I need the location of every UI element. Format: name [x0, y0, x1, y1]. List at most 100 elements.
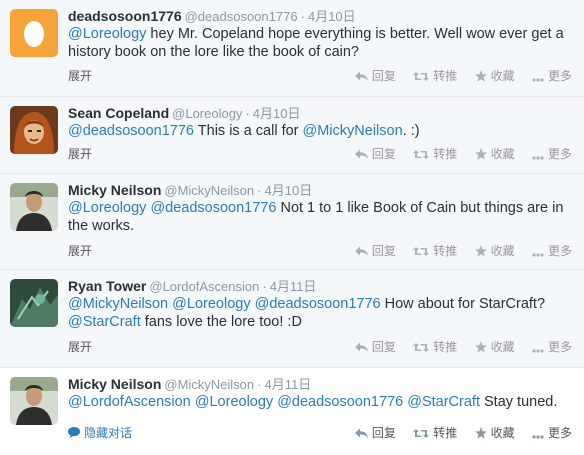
more-dots-icon [532, 349, 544, 353]
user-name[interactable]: Micky Neilson [68, 376, 161, 392]
more-label: 更多 [547, 244, 572, 258]
tweet-date[interactable]: 4月11日 [270, 279, 317, 294]
retweet-button[interactable]: 转推 [413, 67, 457, 84]
retweet-button[interactable]: 转推 [413, 145, 457, 162]
retweet-icon [413, 343, 430, 352]
retweet-button[interactable]: 转推 [413, 338, 457, 355]
hide-conversation-link[interactable]: 隐藏对话 [68, 424, 132, 441]
reply-button[interactable]: 回复 [354, 145, 396, 162]
more-button[interactable]: 更多 [532, 67, 572, 84]
tweet-text: @MickyNeilson @Loreology @deadsosoon1776… [68, 295, 573, 331]
mention-link[interactable]: @StarCraft [68, 314, 141, 330]
text-segment: fans love the lore too! :D [140, 314, 302, 330]
tweet-date[interactable]: 4月10日 [265, 183, 313, 198]
tweet-text: @Loreology @deadsosoon1776 Not 1 to 1 li… [68, 199, 573, 235]
separator-dot: · [300, 9, 305, 24]
mention-link[interactable]: @deadsosoon1776 [150, 200, 276, 216]
mention-link[interactable]: @MickyNeilson [68, 296, 168, 312]
retweet-button[interactable]: 转推 [413, 424, 457, 441]
more-label: 更多 [547, 69, 572, 83]
user-name[interactable]: Ryan Tower [68, 278, 146, 294]
more-dots-icon [532, 78, 544, 82]
more-button[interactable]: 更多 [532, 242, 572, 259]
tweet[interactable]: Sean Copeland @Loreology · 4月10日 @deadsosoo… [0, 97, 584, 174]
separator-dot: · [245, 106, 250, 121]
more-dots-icon [532, 156, 544, 160]
more-dots-icon [532, 253, 544, 257]
mention-link[interactable]: @Loreology [68, 200, 146, 216]
expand-link[interactable]: 展开 [68, 145, 92, 162]
text-segment: . :) [402, 123, 420, 139]
retweet-icon [413, 72, 430, 81]
user-name[interactable]: Micky Neilson [68, 182, 161, 198]
favorite-label: 收藏 [490, 340, 515, 354]
more-button[interactable]: 更多 [532, 424, 572, 441]
avatar-egg[interactable] [10, 9, 58, 57]
tweet-actions: 回复 转推 收藏 更多 [341, 145, 572, 162]
user-name[interactable]: Sean Copeland [68, 105, 169, 121]
favorite-label: 收藏 [490, 147, 515, 161]
hide-conversation-label: 隐藏对话 [84, 426, 133, 440]
avatar[interactable] [10, 279, 58, 327]
reply-label: 回复 [371, 147, 396, 161]
tweet-text: @Loreology hey Mr. Copeland hope everyth… [68, 25, 573, 61]
more-label: 更多 [547, 147, 572, 161]
avatar[interactable] [10, 183, 58, 231]
star-icon [474, 70, 487, 82]
reply-label: 回复 [371, 340, 396, 354]
mention-link[interactable]: @deadsosoon1776 [277, 394, 403, 410]
mention-link[interactable]: @Loreology [172, 296, 250, 312]
reply-button[interactable]: 回复 [354, 424, 396, 441]
retweet-button[interactable]: 转推 [413, 242, 457, 259]
reply-button[interactable]: 回复 [354, 338, 396, 355]
favorite-label: 收藏 [490, 69, 515, 83]
reply-icon [354, 246, 368, 256]
avatar[interactable] [10, 377, 58, 425]
user-handle[interactable]: @MickyNeilson [164, 183, 254, 198]
reply-icon [354, 149, 368, 159]
mention-link[interactable]: @MickyNeilson [303, 123, 403, 139]
text-segment: This is a call for [194, 123, 303, 139]
star-icon [474, 148, 487, 160]
tweet-text: @LordofAscension @Loreology @deadsosoon1… [68, 393, 573, 411]
favorite-button[interactable]: 收藏 [474, 67, 515, 84]
tweet-date[interactable]: 4月11日 [265, 377, 312, 392]
more-button[interactable]: 更多 [532, 145, 572, 162]
tweet[interactable]: Micky Neilson @MickyNeilson · 4月10日 @Loreol… [0, 174, 584, 270]
mention-link[interactable]: @Loreology [195, 394, 273, 410]
reply-button[interactable]: 回复 [354, 67, 396, 84]
user-handle[interactable]: @LordofAscension [149, 279, 259, 294]
user-handle[interactable]: @MickyNeilson [164, 377, 254, 392]
favorite-button[interactable]: 收藏 [474, 338, 515, 355]
retweet-icon [413, 429, 430, 438]
user-handle[interactable]: @deadsosoon1776 [185, 9, 298, 24]
tweet-text: @deadsosoon1776 This is a call for @Mick… [68, 122, 573, 140]
reply-button[interactable]: 回复 [354, 242, 396, 259]
tweet[interactable]: deadsosoon1776 @deadsosoon1776 · 4月10日 @Lor… [0, 0, 584, 97]
mention-link[interactable]: @StarCraft [407, 394, 480, 410]
tweet-date[interactable]: 4月10日 [253, 106, 301, 121]
tweet-actions: 回复 转推 收藏 更多 [341, 242, 572, 259]
retweet-label: 转推 [433, 69, 458, 83]
mention-link[interactable]: @LordofAscension [68, 394, 191, 410]
favorite-button[interactable]: 收藏 [474, 242, 515, 259]
favorite-button[interactable]: 收藏 [474, 424, 515, 441]
favorite-button[interactable]: 收藏 [474, 145, 515, 162]
avatar[interactable] [10, 106, 58, 154]
user-handle[interactable]: @Loreology [172, 106, 242, 121]
mention-link[interactable]: @deadsosoon1776 [255, 296, 381, 312]
user-name[interactable]: deadsosoon1776 [68, 8, 182, 24]
expand-link[interactable]: 展开 [68, 242, 92, 259]
mention-link[interactable]: @Loreology [68, 26, 146, 42]
mention-link[interactable]: @deadsosoon1776 [68, 123, 194, 139]
expand-link[interactable]: 展开 [68, 67, 92, 84]
more-button[interactable]: 更多 [532, 338, 572, 355]
tweet-expanded[interactable]: Micky Neilson @MickyNeilson · 4月11日 @Lordof… [0, 368, 584, 452]
expand-link[interactable]: 展开 [68, 338, 92, 355]
retweet-label: 转推 [433, 147, 458, 161]
retweet-icon [413, 150, 430, 159]
tweet-date[interactable]: 4月10日 [308, 9, 356, 24]
retweet-label: 转推 [433, 244, 458, 258]
star-icon [474, 427, 487, 439]
tweet[interactable]: Ryan Tower @LordofAscension · 4月11日 @MickyN… [0, 270, 584, 368]
